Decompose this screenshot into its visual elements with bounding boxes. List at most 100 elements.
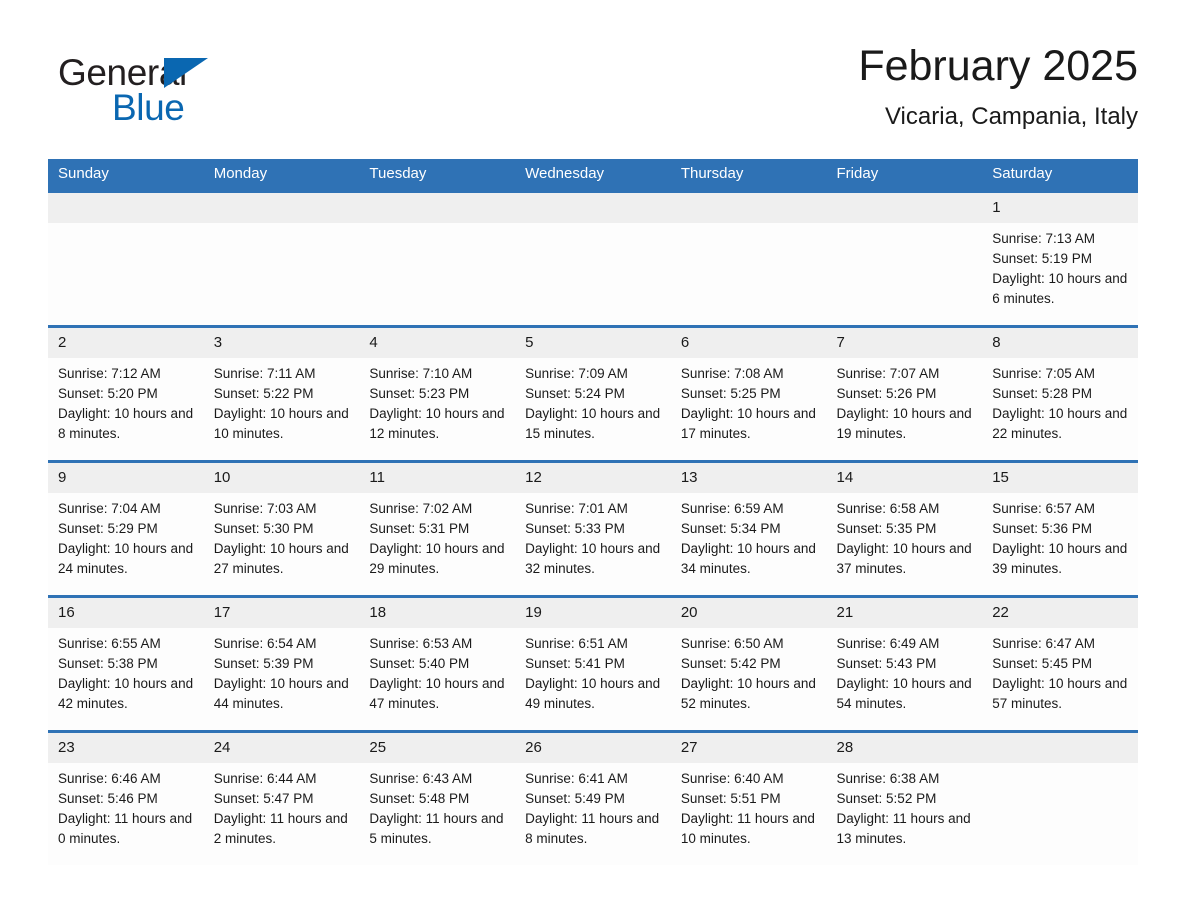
day-details: Sunrise: 6:55 AM Sunset: 5:38 PM Daylight:…: [48, 628, 204, 714]
day-number: [826, 193, 983, 223]
daylight-text: Daylight: 10 hours and 22 minutes.: [992, 406, 1128, 441]
sunset-text: Sunset: 5:24 PM: [525, 386, 625, 401]
day-number: 28: [826, 733, 983, 763]
day-details: Sunrise: 6:47 AM Sunset: 5:45 PM Daylight:…: [982, 628, 1138, 714]
calendar-day-cell[interactable]: 14 Sunrise: 6:58 AM Sunset: 5:35 PM Dayligh…: [826, 460, 983, 597]
day-number: 5: [515, 328, 671, 358]
calendar-day-cell[interactable]: 20 Sunrise: 6:50 AM Sunset: 5:42 PM Dayligh…: [670, 595, 827, 732]
calendar-day-cell[interactable]: 26 Sunrise: 6:41 AM Sunset: 5:49 PM Dayligh…: [515, 730, 671, 865]
calendar-day-cell[interactable]: 17 Sunrise: 6:54 AM Sunset: 5:39 PM Dayligh…: [203, 595, 360, 732]
day-number: 22: [982, 598, 1138, 628]
day-number: 19: [515, 598, 671, 628]
calendar-day-cell[interactable]: 4 Sunrise: 7:10 AM Sunset: 5:23 PM Daylight…: [359, 325, 516, 462]
day-details: Sunrise: 6:38 AM Sunset: 5:52 PM Daylight:…: [827, 763, 983, 849]
calendar-day-cell[interactable]: 16 Sunrise: 6:55 AM Sunset: 5:38 PM Dayligh…: [48, 595, 204, 732]
day-details: Sunrise: 7:10 AM Sunset: 5:23 PM Daylight:…: [359, 358, 515, 444]
day-number: 10: [203, 463, 360, 493]
sunrise-text: Sunrise: 6:40 AM: [680, 771, 784, 786]
sunrise-text: Sunrise: 6:47 AM: [992, 636, 1096, 651]
calendar-day-cell[interactable]: 8 Sunrise: 7:05 AM Sunset: 5:28 PM Daylight…: [982, 325, 1138, 462]
calendar-day-cell[interactable]: 13 Sunrise: 6:59 AM Sunset: 5:34 PM Dayligh…: [670, 460, 827, 597]
daylight-text: Daylight: 10 hours and 42 minutes.: [58, 676, 194, 711]
sunrise-text: Sunrise: 6:55 AM: [58, 636, 161, 651]
calendar-week-row: 23 Sunrise: 6:46 AM Sunset: 5:46 PM Dayligh…: [48, 730, 1138, 865]
daylight-text: Daylight: 10 hours and 37 minutes.: [836, 541, 972, 576]
day-details: Sunrise: 7:07 AM Sunset: 5:26 PM Daylight:…: [827, 358, 983, 444]
calendar-day-cell[interactable]: 11 Sunrise: 7:02 AM Sunset: 5:31 PM Dayligh…: [359, 460, 516, 597]
day-number: 25: [359, 733, 516, 763]
calendar-day-cell[interactable]: 1 Sunrise: 7:13 AM Sunset: 5:19 PM Daylight…: [982, 190, 1138, 327]
sunrise-text: Sunrise: 6:46 AM: [58, 771, 161, 786]
day-number: 20: [670, 598, 827, 628]
calendar-day-cell[interactable]: 23 Sunrise: 6:46 AM Sunset: 5:46 PM Dayligh…: [48, 730, 204, 865]
calendar-day-cell[interactable]: 2 Sunrise: 7:12 AM Sunset: 5:20 PM Daylight…: [48, 325, 204, 462]
sunset-text: Sunset: 5:34 PM: [680, 521, 781, 536]
day-details: Sunrise: 7:04 AM Sunset: 5:29 PM Daylight:…: [48, 493, 204, 579]
calendar-day-cell[interactable]: 18 Sunrise: 6:53 AM Sunset: 5:40 PM Dayligh…: [359, 595, 516, 732]
day-number: 17: [203, 598, 360, 628]
calendar-day-cell[interactable]: 12 Sunrise: 7:01 AM Sunset: 5:33 PM Dayligh…: [515, 460, 671, 597]
day-number: [48, 193, 204, 223]
daylight-text: Daylight: 10 hours and 47 minutes.: [369, 676, 505, 711]
calendar-day-cell[interactable]: 28 Sunrise: 6:38 AM Sunset: 5:52 PM Dayligh…: [826, 730, 983, 865]
calendar-day-cell[interactable]: 5 Sunrise: 7:09 AM Sunset: 5:24 PM Daylight…: [515, 325, 671, 462]
daylight-text: Daylight: 11 hours and 8 minutes.: [525, 811, 660, 846]
day-details: Sunrise: 6:49 AM Sunset: 5:43 PM Daylight:…: [827, 628, 983, 714]
calendar-day-cell[interactable]: 27 Sunrise: 6:40 AM Sunset: 5:51 PM Dayligh…: [670, 730, 827, 865]
sunset-text: Sunset: 5:30 PM: [213, 521, 314, 536]
day-number: 21: [826, 598, 983, 628]
day-number: 13: [670, 463, 827, 493]
day-number: [982, 733, 1138, 763]
day-number: [515, 193, 671, 223]
sunrise-text: Sunrise: 7:09 AM: [525, 366, 628, 381]
calendar-day-cell[interactable]: 15 Sunrise: 6:57 AM Sunset: 5:36 PM Dayligh…: [982, 460, 1138, 597]
sunrise-text: Sunrise: 7:07 AM: [836, 366, 940, 381]
sunset-text: Sunset: 5:29 PM: [58, 521, 158, 536]
sunset-text: Sunset: 5:26 PM: [836, 386, 937, 401]
daylight-text: Daylight: 10 hours and 34 minutes.: [680, 541, 816, 576]
calendar-day-cell[interactable]: 10 Sunrise: 7:03 AM Sunset: 5:30 PM Dayligh…: [203, 460, 360, 597]
day-number: 23: [48, 733, 204, 763]
sunrise-text: Sunrise: 7:13 AM: [992, 231, 1096, 246]
weekday-header-sunday: Sunday: [48, 159, 204, 192]
day-number: 16: [48, 598, 204, 628]
day-number: 11: [359, 463, 516, 493]
calendar-day-cell[interactable]: 3 Sunrise: 7:11 AM Sunset: 5:22 PM Daylight…: [203, 325, 360, 462]
sunrise-text: Sunrise: 7:11 AM: [213, 366, 316, 381]
calendar-day-cell[interactable]: 6 Sunrise: 7:08 AM Sunset: 5:25 PM Daylight…: [670, 325, 827, 462]
page-title: February 2025: [858, 42, 1138, 90]
day-number: 18: [359, 598, 516, 628]
calendar-day-cell[interactable]: 9 Sunrise: 7:04 AM Sunset: 5:29 PM Daylight…: [48, 460, 204, 597]
daylight-text: Daylight: 10 hours and 29 minutes.: [369, 541, 505, 576]
calendar-day-cell[interactable]: 7 Sunrise: 7:07 AM Sunset: 5:26 PM Daylight…: [826, 325, 983, 462]
daylight-text: Daylight: 10 hours and 27 minutes.: [213, 541, 349, 576]
sunset-text: Sunset: 5:51 PM: [680, 791, 781, 806]
sunset-text: Sunset: 5:41 PM: [525, 656, 625, 671]
calendar-empty-cell: [826, 190, 983, 327]
day-details: Sunrise: 6:43 AM Sunset: 5:48 PM Daylight:…: [359, 763, 515, 849]
day-details: Sunrise: 7:08 AM Sunset: 5:25 PM Daylight:…: [671, 358, 827, 444]
sunrise-text: Sunrise: 6:43 AM: [369, 771, 473, 786]
calendar-day-cell[interactable]: 21 Sunrise: 6:49 AM Sunset: 5:43 PM Dayligh…: [826, 595, 983, 732]
sunset-text: Sunset: 5:25 PM: [680, 386, 781, 401]
daylight-text: Daylight: 10 hours and 17 minutes.: [680, 406, 816, 441]
title-block: February 2025 Vicaria, Campania, Italy: [858, 40, 1138, 134]
daylight-text: Daylight: 10 hours and 10 minutes.: [213, 406, 349, 441]
day-number: 15: [982, 463, 1138, 493]
day-number: 14: [826, 463, 983, 493]
sunrise-text: Sunrise: 7:02 AM: [369, 501, 473, 516]
sunrise-text: Sunrise: 6:58 AM: [836, 501, 940, 516]
calendar-day-cell[interactable]: 25 Sunrise: 6:43 AM Sunset: 5:48 PM Dayligh…: [359, 730, 516, 865]
calendar-day-cell[interactable]: 22 Sunrise: 6:47 AM Sunset: 5:45 PM Dayligh…: [982, 595, 1138, 732]
calendar-day-cell[interactable]: 19 Sunrise: 6:51 AM Sunset: 5:41 PM Dayligh…: [515, 595, 671, 732]
day-number: 6: [670, 328, 827, 358]
weekday-header-wednesday: Wednesday: [515, 159, 671, 192]
calendar-day-cell[interactable]: 24 Sunrise: 6:44 AM Sunset: 5:47 PM Dayligh…: [203, 730, 360, 865]
daylight-text: Daylight: 10 hours and 15 minutes.: [525, 406, 661, 441]
sunrise-text: Sunrise: 6:59 AM: [680, 501, 784, 516]
daylight-text: Daylight: 10 hours and 39 minutes.: [992, 541, 1128, 576]
weekday-header-row: Sunday Monday Tuesday Wednesday Thursday…: [48, 159, 1138, 192]
sunrise-text: Sunrise: 7:03 AM: [213, 501, 317, 516]
sunset-text: Sunset: 5:22 PM: [213, 386, 314, 401]
page-subtitle: Vicaria, Campania, Italy: [884, 103, 1138, 130]
